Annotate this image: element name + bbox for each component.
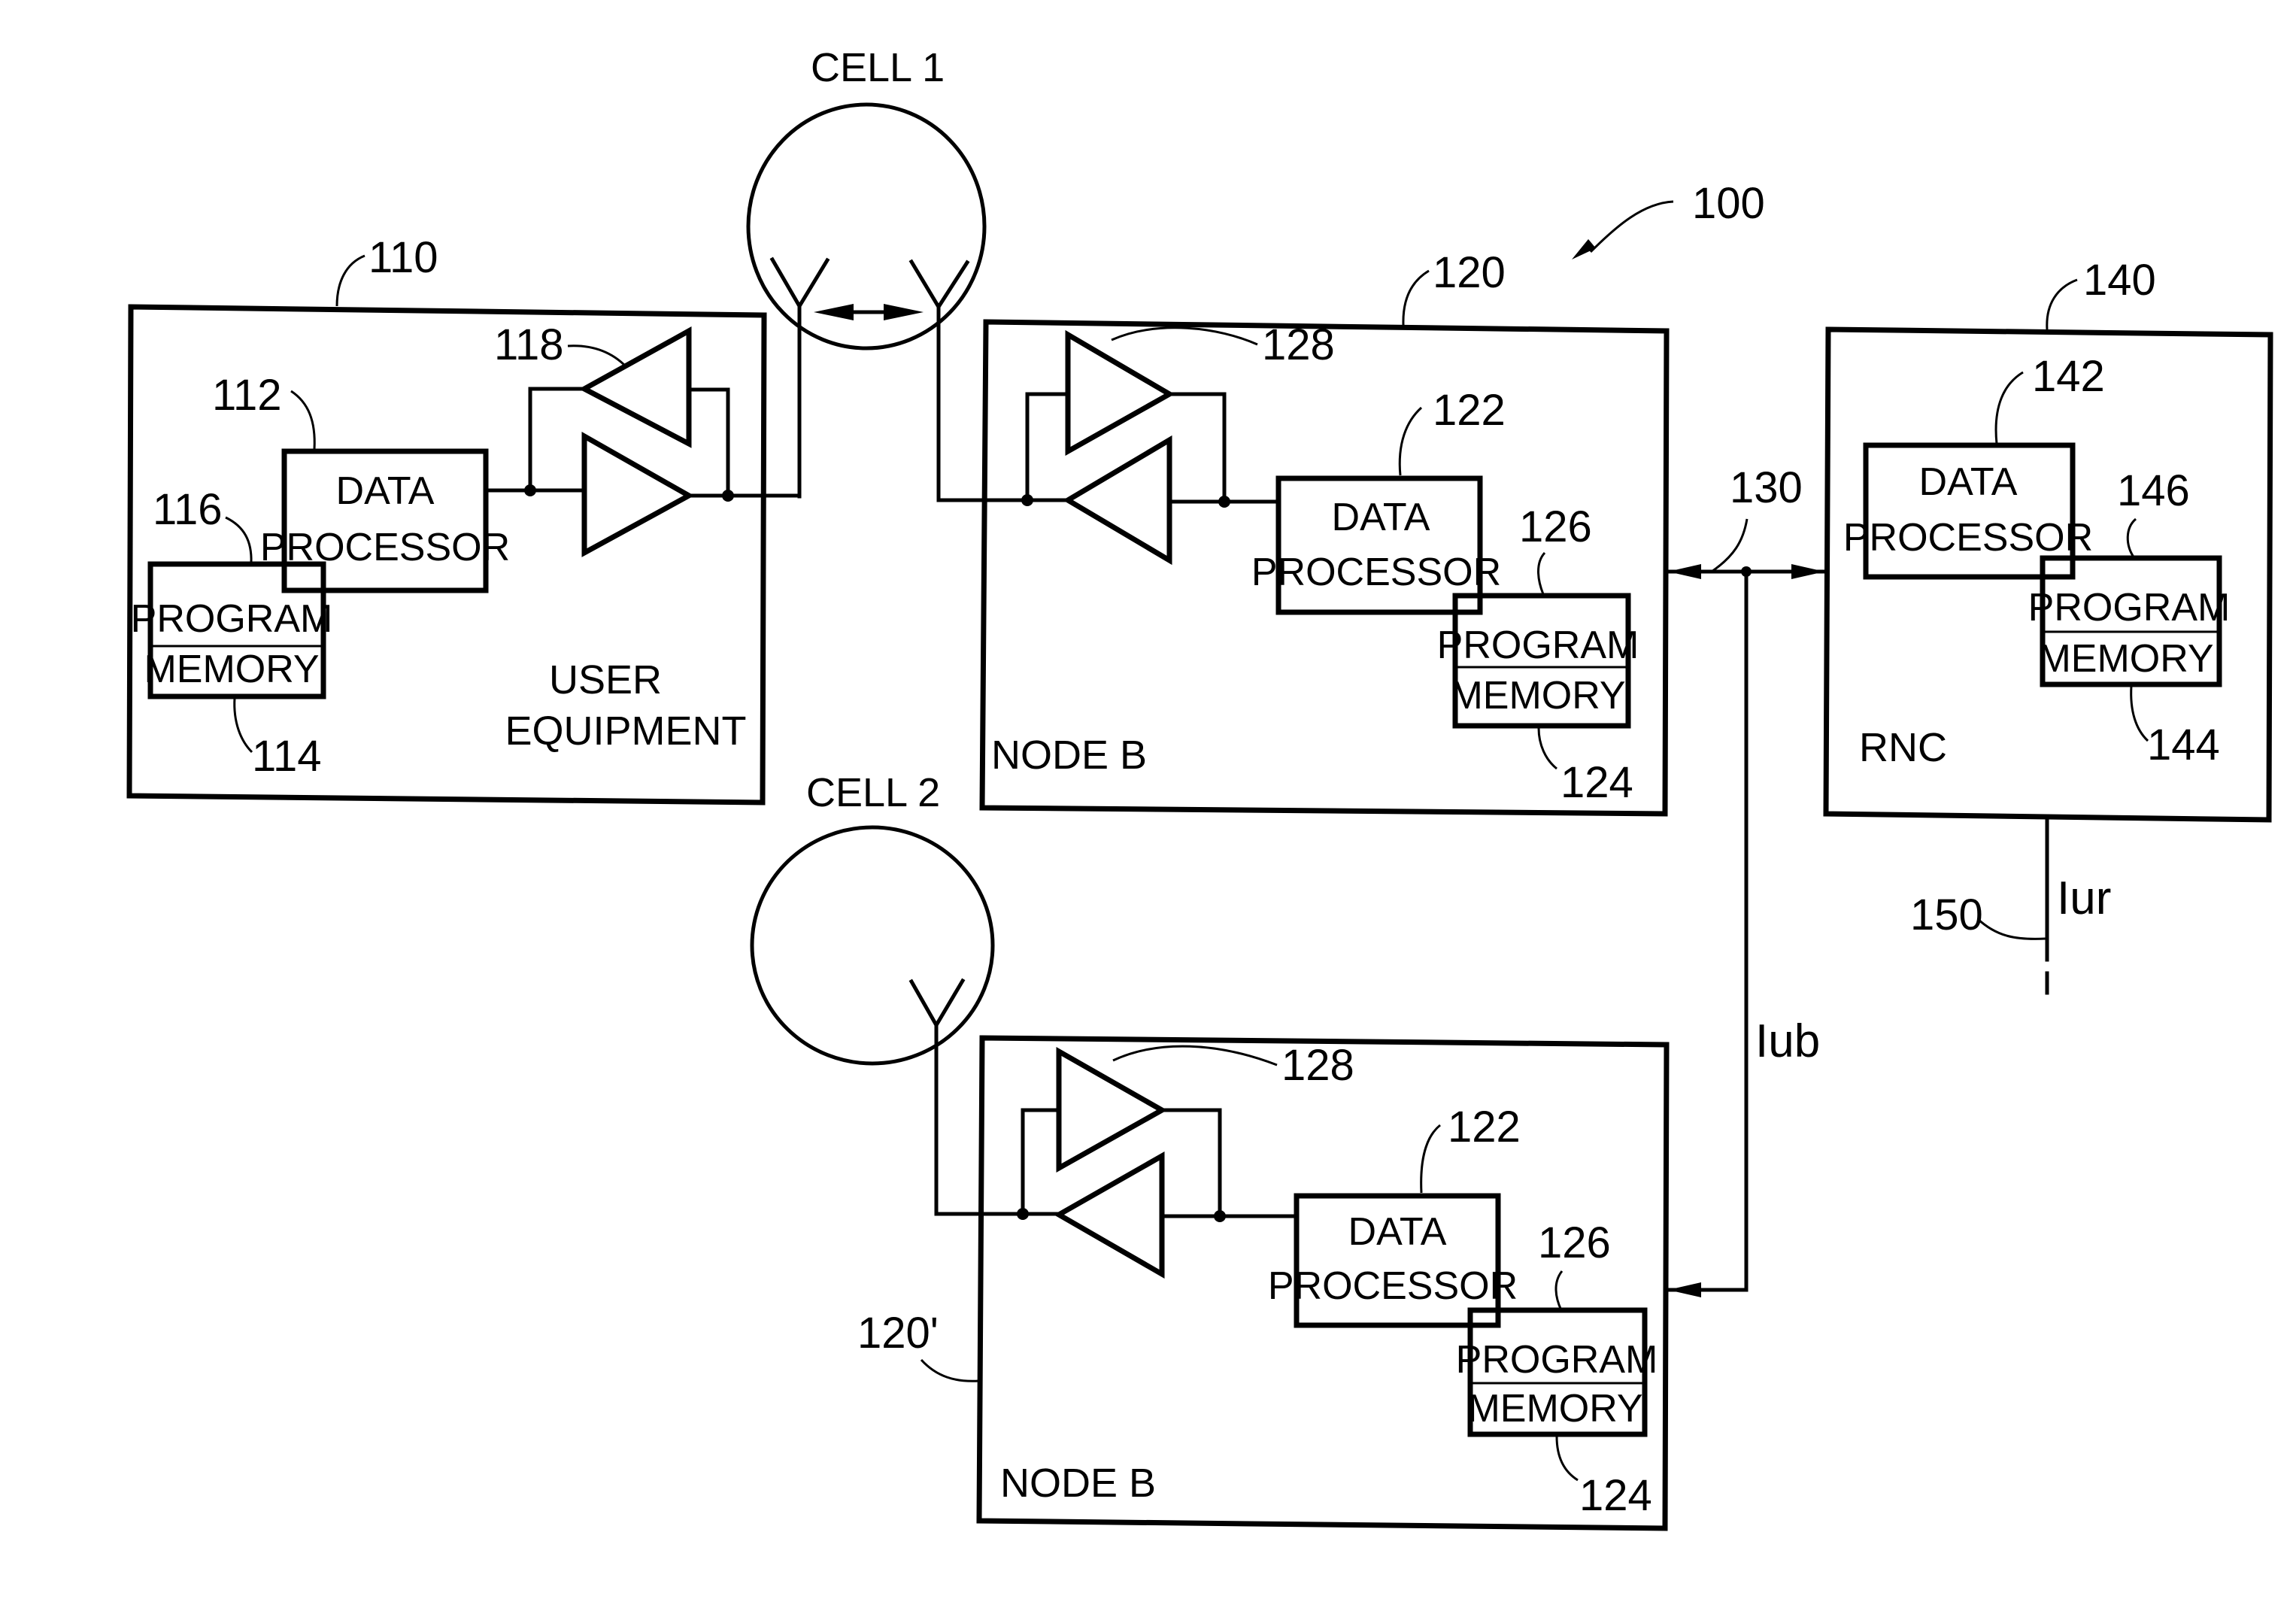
cell-2-coverage (750, 825, 995, 1066)
ref-140: 140 (2083, 256, 2156, 305)
ue-label-line2: EQUIPMENT (505, 708, 746, 754)
leader-112 (290, 390, 316, 450)
ref-126: 126 (1519, 502, 1592, 551)
ue-antenna-icon (769, 256, 830, 499)
rnc-pm-line1: PROGRAM (2028, 586, 2231, 630)
node-b-1-label: NODE B (991, 733, 1147, 778)
iur-link: Iur 150 (1910, 816, 2111, 1009)
node-b-1-pm-line2: MEMORY (1450, 674, 1625, 718)
leader-116 (225, 516, 253, 563)
node-b-2-label: NODE B (1000, 1461, 1156, 1506)
ref-144: 144 (2147, 721, 2220, 769)
ref-146: 146 (2117, 466, 2190, 515)
cell-2-label: CELL 2 (806, 770, 940, 815)
leader-124-b (1555, 1436, 1579, 1482)
ref-120-prime: 120' (857, 1309, 939, 1358)
arrowhead-100 (1572, 239, 1596, 259)
ref-128: 128 (1262, 320, 1335, 369)
wireless-network-diagram: 100 CELL 1 110 112 DATA PROCESSOR 116 PR… (126, 45, 2273, 1531)
leader-140 (2046, 278, 2078, 330)
ref-142: 142 (2032, 352, 2105, 401)
rnc: 140 142 DATA PROCESSOR 146 PROGRAM MEMOR… (1823, 256, 2273, 823)
leader-120 (1402, 269, 1430, 326)
node-b-1-antenna-icon (908, 259, 970, 499)
system-reference: 100 (1572, 179, 1765, 259)
user-equipment: 110 112 DATA PROCESSOR 116 PROGRAM MEMOR… (126, 233, 802, 806)
ref-150: 150 (1910, 891, 1983, 939)
rnc-dp-line2: PROCESSOR (1843, 516, 2093, 560)
node-b-1-dp-line2: PROCESSOR (1251, 551, 1501, 594)
leader-146 (2126, 517, 2137, 559)
cell-2: CELL 2 (750, 770, 995, 1216)
ref-122-b: 122 (1448, 1103, 1521, 1151)
cell-1: CELL 1 (746, 45, 987, 499)
leader-150 (1976, 918, 2046, 940)
leader-142 (1994, 371, 2024, 444)
leader-128 (1111, 326, 1258, 346)
iub-arrow-to-node-b-1 (1668, 564, 1701, 579)
cell-1-label: CELL 1 (811, 45, 945, 90)
iub-label: Iub (1755, 1015, 1820, 1067)
iub-arrow-to-rnc (1791, 564, 1824, 579)
ref-122: 122 (1433, 386, 1506, 435)
rnc-dp-line1: DATA (1919, 460, 2018, 504)
node-b-2-dp-line1: DATA (1348, 1210, 1447, 1254)
node-b-2-transceiver-amplifiers-icon (934, 1046, 1297, 1279)
ref-130: 130 (1730, 463, 1803, 512)
leader-114 (233, 697, 253, 754)
node-b-2: 120' 128 122 DATA PROCESSOR 126 PROGRAM … (857, 1035, 1670, 1531)
rnc-label: RNC (1859, 725, 1947, 770)
node-b-2-receive-amplifier (1053, 1151, 1165, 1279)
node-b-1-pm-line1: PROGRAM (1437, 624, 1639, 667)
ref-100: 100 (1692, 179, 1765, 228)
ref-112: 112 (212, 371, 281, 420)
iub-arrow-to-node-b-2 (1668, 1282, 1701, 1297)
ue-transmit-amplifier (581, 431, 695, 557)
radio-link-double-arrow (814, 304, 924, 320)
leader-144 (2130, 685, 2149, 742)
node-b-2-dp-line2: PROCESSOR (1268, 1264, 1518, 1308)
leader-126-b (1554, 1270, 1564, 1311)
ref-126-b: 126 (1538, 1218, 1611, 1267)
leader-118 (567, 344, 627, 368)
ue-pm-line2: MEMORY (144, 648, 319, 691)
node-b-1: 120 128 122 DATA PROCESSOR 126 PROGRAM M… (936, 248, 1670, 817)
ref-128-b: 128 (1281, 1041, 1354, 1090)
ref-120: 120 (1433, 248, 1506, 297)
node-b-2-antenna-icon (908, 978, 966, 1216)
ref-110: 110 (369, 233, 438, 282)
node-b-1-transceiver-amplifiers-icon (936, 329, 1281, 566)
leader-124 (1537, 727, 1557, 770)
leader-122-b (1420, 1124, 1441, 1194)
iur-label: Iur (2057, 872, 2111, 924)
node-b-2-transmit-amplifier (1056, 1046, 1168, 1173)
ref-114: 114 (252, 732, 321, 781)
node-b-1-dp-line1: DATA (1332, 496, 1430, 539)
ref-124: 124 (1560, 758, 1633, 807)
iub-link: 130 Iub (1664, 463, 1828, 1297)
ue-dp-line1: DATA (336, 469, 435, 513)
leader-130 (1711, 518, 1749, 573)
ref-118: 118 (494, 320, 563, 369)
leader-120-prime (920, 1358, 980, 1382)
leader-110 (335, 254, 365, 307)
leader-122 (1398, 406, 1423, 476)
node-b-2-pm-line1: PROGRAM (1456, 1338, 1658, 1382)
rnc-pm-line2: MEMORY (2038, 637, 2213, 681)
leader-126 (1537, 551, 1546, 595)
node-b-1-transmit-amplifier (1065, 329, 1175, 456)
ue-receive-amplifier (578, 326, 692, 448)
ref-116: 116 (153, 485, 222, 534)
ue-pm-line1: PROGRAM (131, 597, 333, 641)
node-b-2-pm-line2: MEMORY (1467, 1387, 1642, 1431)
leader-100 (1589, 200, 1674, 253)
node-b-1-receive-amplifier (1063, 435, 1172, 566)
ref-124-b: 124 (1579, 1471, 1652, 1520)
ue-label-line1: USER (549, 657, 662, 702)
leader-128-b (1112, 1045, 1278, 1066)
